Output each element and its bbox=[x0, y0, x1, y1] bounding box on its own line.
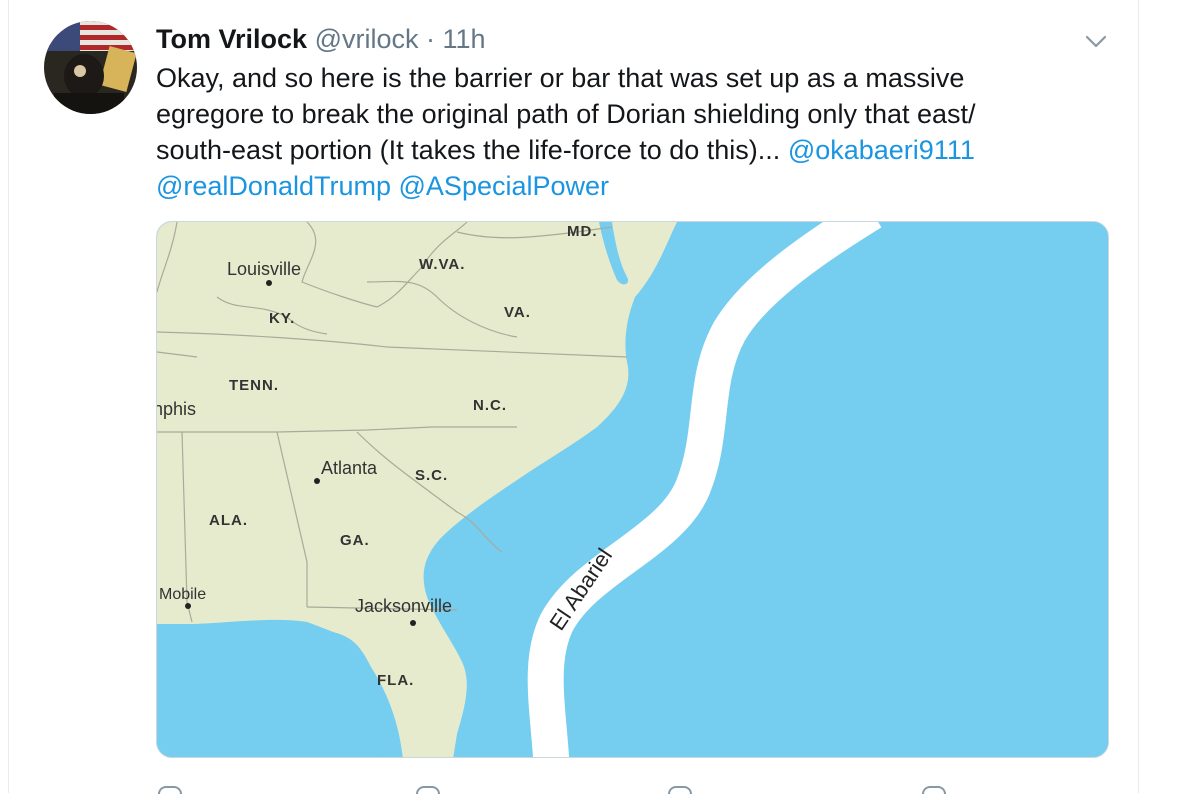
mention-link[interactable]: @realDonaldTrump bbox=[156, 171, 391, 201]
tweet-text: Okay, and so here is the barrier or bar … bbox=[156, 60, 1086, 204]
label-fla: FLA. bbox=[377, 672, 414, 689]
city-dot-mobile bbox=[185, 603, 191, 609]
label-atlanta: Atlanta bbox=[321, 458, 378, 478]
header-separator: · bbox=[426, 24, 435, 54]
city-dot-jacksonville bbox=[410, 620, 416, 626]
label-ky: KY. bbox=[269, 310, 295, 327]
author-name[interactable]: Tom Vrilock bbox=[156, 24, 307, 54]
tweet-text-line: egregore to break the original path of D… bbox=[156, 99, 976, 129]
label-memphis: nphis bbox=[157, 399, 196, 419]
timeline-left-border bbox=[8, 0, 9, 793]
label-va: VA. bbox=[504, 304, 531, 321]
label-ala: ALA. bbox=[209, 512, 248, 529]
author-handle[interactable]: @vrilock bbox=[315, 24, 419, 54]
label-md: MD. bbox=[567, 223, 598, 240]
label-nc: N.C. bbox=[473, 397, 507, 414]
tweet-text-line: Okay, and so here is the barrier or bar … bbox=[156, 63, 965, 93]
tweet-text-line: south-east portion (It takes the life-fo… bbox=[156, 132, 1086, 168]
tweet-header: Tom Vrilock @vrilock · 11h bbox=[156, 22, 486, 56]
label-sc: S.C. bbox=[415, 467, 448, 484]
tweet-text-fragment: south-east portion (It takes the life-fo… bbox=[156, 135, 781, 165]
map-image: El Abariel MD. W.VA. Louisville KY. VA. … bbox=[157, 222, 1108, 757]
city-dot-atlanta bbox=[314, 478, 320, 484]
chevron-down-icon[interactable] bbox=[1083, 28, 1109, 54]
mention-link[interactable]: @ASpecialPower bbox=[399, 171, 610, 201]
tweet-media-map[interactable]: El Abariel MD. W.VA. Louisville KY. VA. … bbox=[156, 221, 1109, 758]
avatar[interactable] bbox=[44, 21, 137, 114]
tweet-actions bbox=[156, 780, 1056, 794]
tweet-timestamp[interactable]: 11h bbox=[443, 24, 486, 54]
label-louisville: Louisville bbox=[227, 259, 301, 279]
city-dot-louisville bbox=[266, 280, 272, 286]
label-jacksonville: Jacksonville bbox=[355, 596, 452, 616]
label-mobile: Mobile bbox=[159, 586, 206, 603]
label-wva: W.VA. bbox=[419, 256, 465, 273]
mention-link[interactable]: @okabaeri9111 bbox=[788, 135, 975, 165]
timeline-right-border bbox=[1138, 0, 1139, 793]
label-tenn: TENN. bbox=[229, 377, 279, 394]
label-ga: GA. bbox=[340, 532, 370, 549]
tweet-text-line: @realDonaldTrump @ASpecialPower bbox=[156, 168, 1086, 204]
